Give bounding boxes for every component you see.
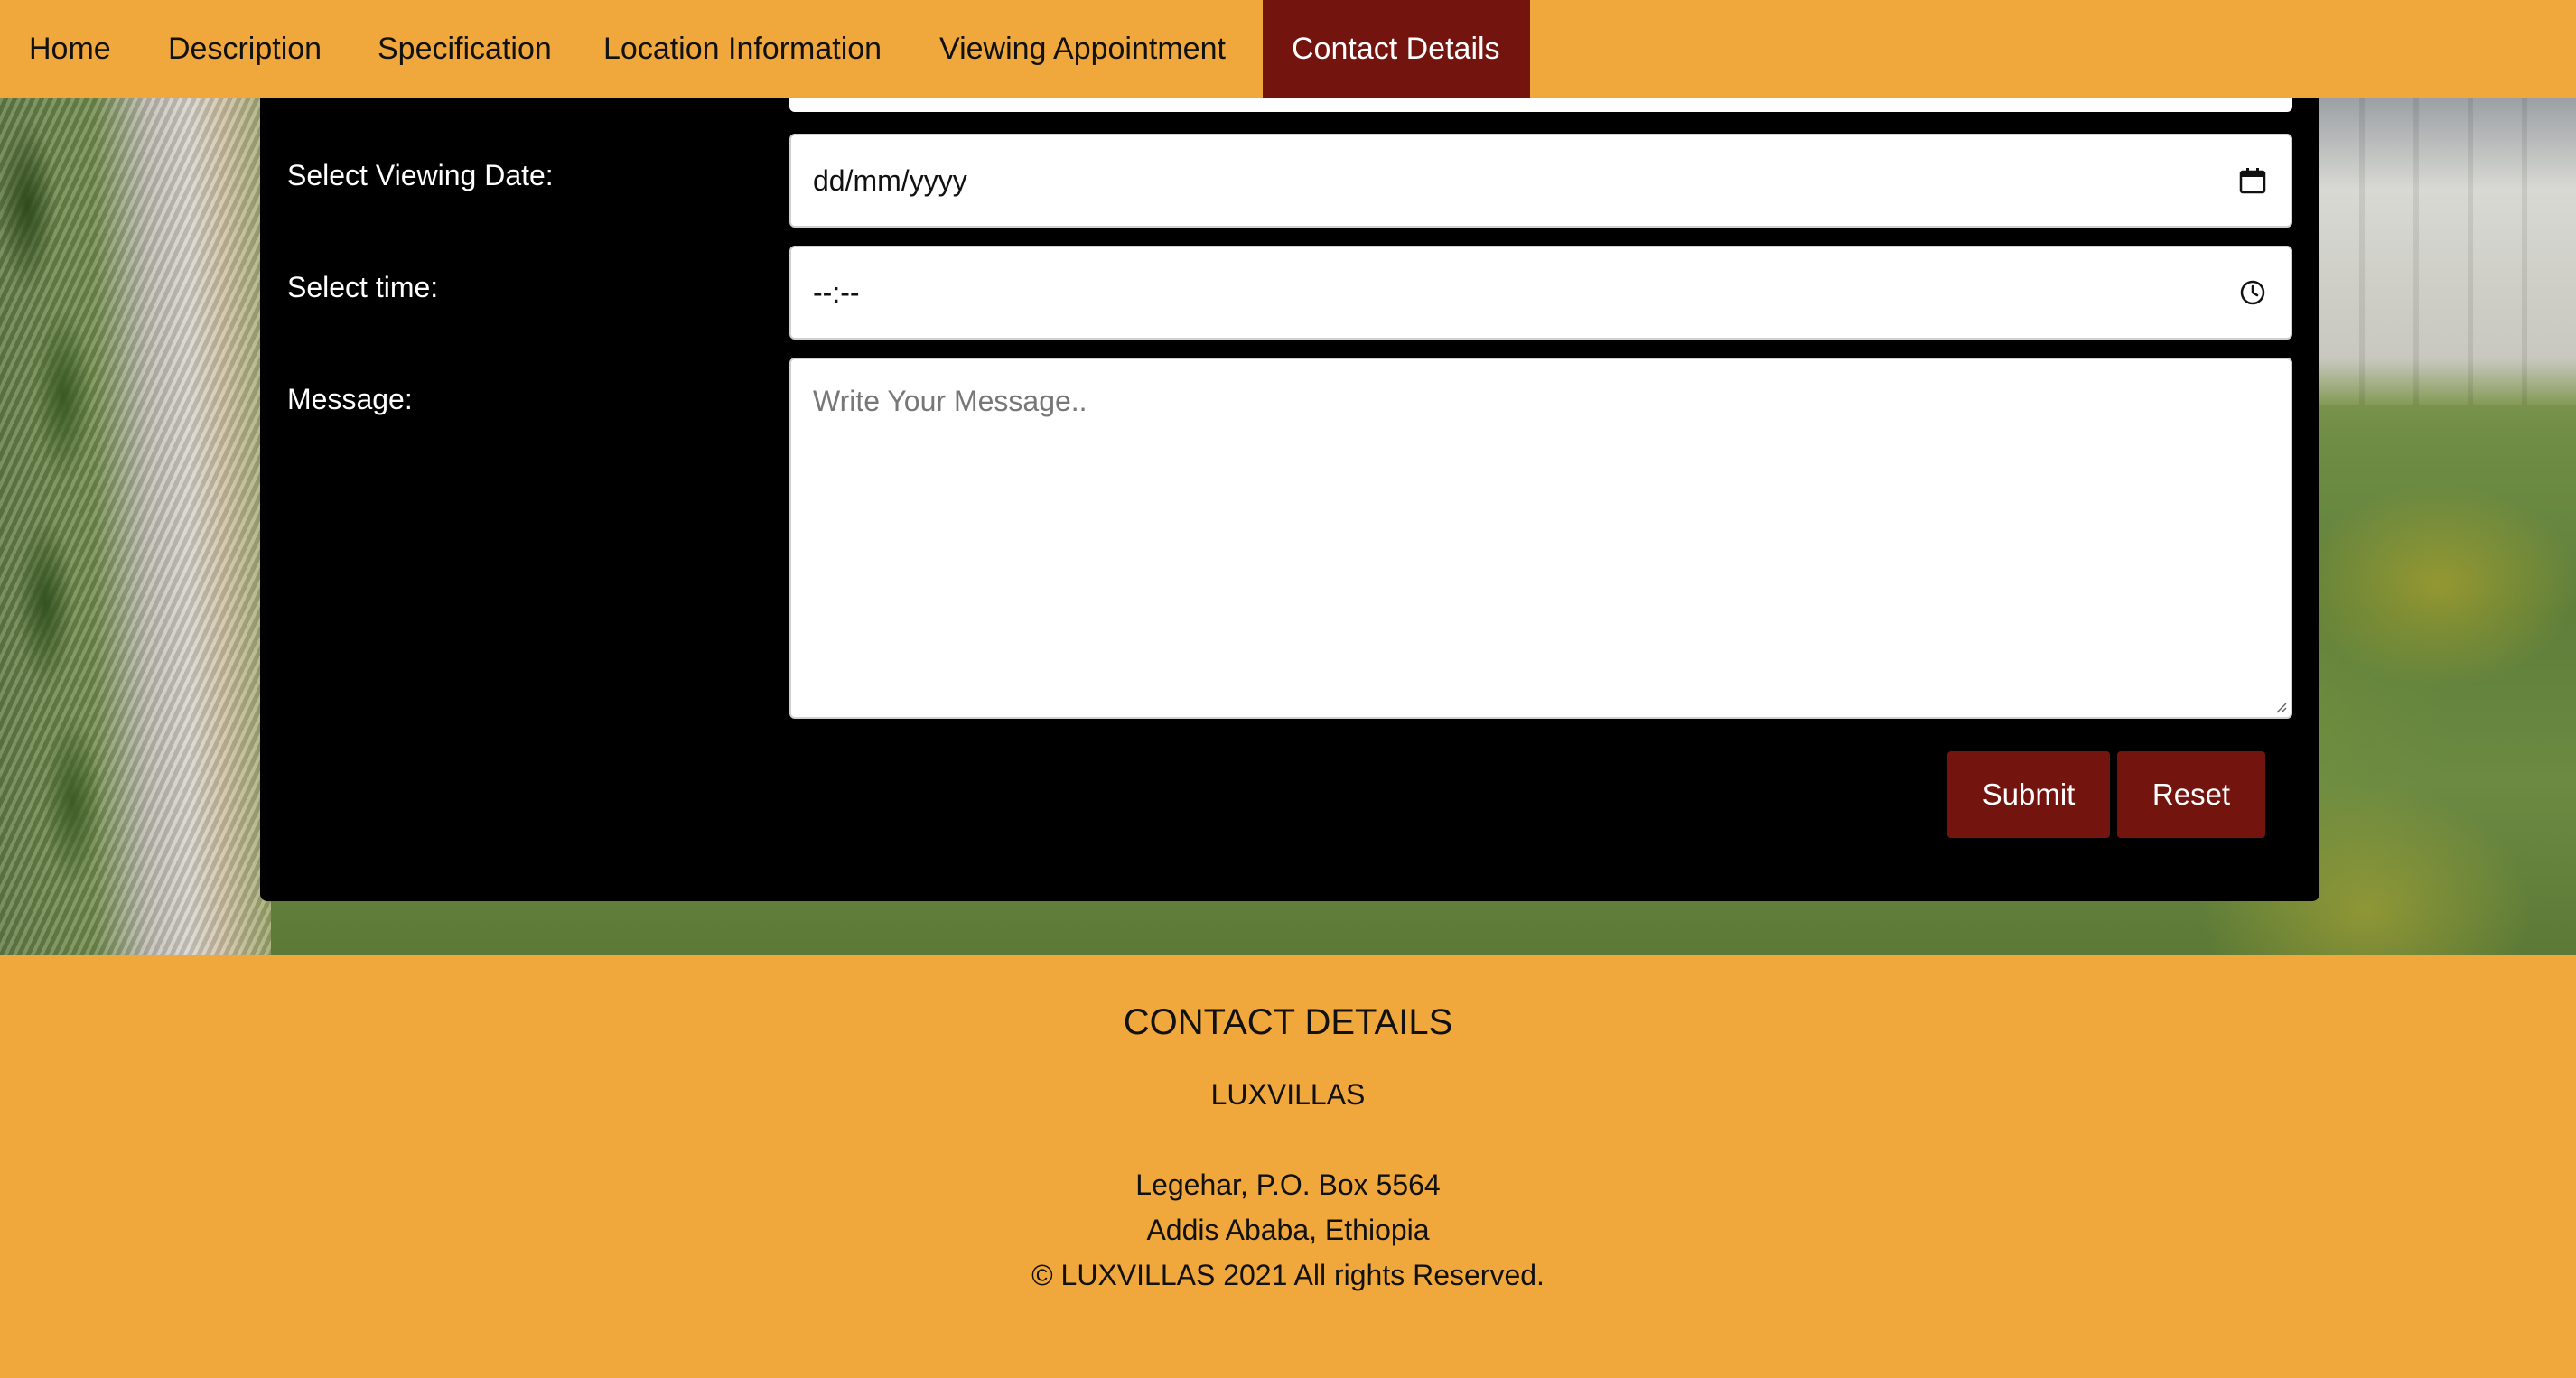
reset-button[interactable]: Reset <box>2117 751 2265 838</box>
calendar-icon[interactable] <box>2236 164 2269 197</box>
nav-item-location-information[interactable]: Location Information <box>574 0 910 98</box>
viewing-date-input[interactable]: dd/mm/yyyy <box>789 134 2292 228</box>
viewing-date-value: dd/mm/yyyy <box>813 163 967 197</box>
nav-item-viewing-appointment[interactable]: Viewing Appointment <box>910 0 1263 98</box>
footer-company: LUXVILLAS <box>1210 1078 1366 1111</box>
message-textarea[interactable]: Write Your Message.. <box>789 358 2292 719</box>
viewing-date-label: Select Viewing Date: <box>287 159 554 191</box>
resize-handle-icon[interactable] <box>2273 699 2287 713</box>
nav-item-contact-details[interactable]: Contact Details <box>1263 0 1530 98</box>
shrubs-image <box>0 98 126 955</box>
clock-icon[interactable] <box>2236 276 2269 309</box>
message-label: Message: <box>287 383 413 415</box>
footer-address-line1: Legehar, P.O. Box 5564 <box>1135 1169 1441 1201</box>
submit-button[interactable]: Submit <box>1947 751 2110 838</box>
footer-title: CONTACT DETAILS <box>1123 1002 1453 1042</box>
time-label: Select time: <box>287 271 439 303</box>
footer-address-line2: Addis Ababa, Ethiopia <box>1146 1214 1430 1246</box>
top-navigation: Home Description Specification Location … <box>0 0 2576 98</box>
viewing-appointment-form: Select Viewing Date: dd/mm/yyyy Select t… <box>260 98 2319 901</box>
nav-item-description[interactable]: Description <box>139 0 349 98</box>
stone-wall-image <box>2305 98 2576 405</box>
nav-item-home[interactable]: Home <box>0 0 139 98</box>
time-input[interactable]: --:-- <box>789 246 2292 340</box>
time-value: --:-- <box>813 275 860 309</box>
message-placeholder: Write Your Message.. <box>813 385 1087 417</box>
previous-field-input[interactable] <box>789 98 2292 112</box>
footer-copyright: © LUXVILLAS 2021 All rights Reserved. <box>1031 1259 1545 1291</box>
nav-item-specification[interactable]: Specification <box>349 0 574 98</box>
footer: CONTACT DETAILS LUXVILLAS Legehar, P.O. … <box>0 955 2576 1378</box>
